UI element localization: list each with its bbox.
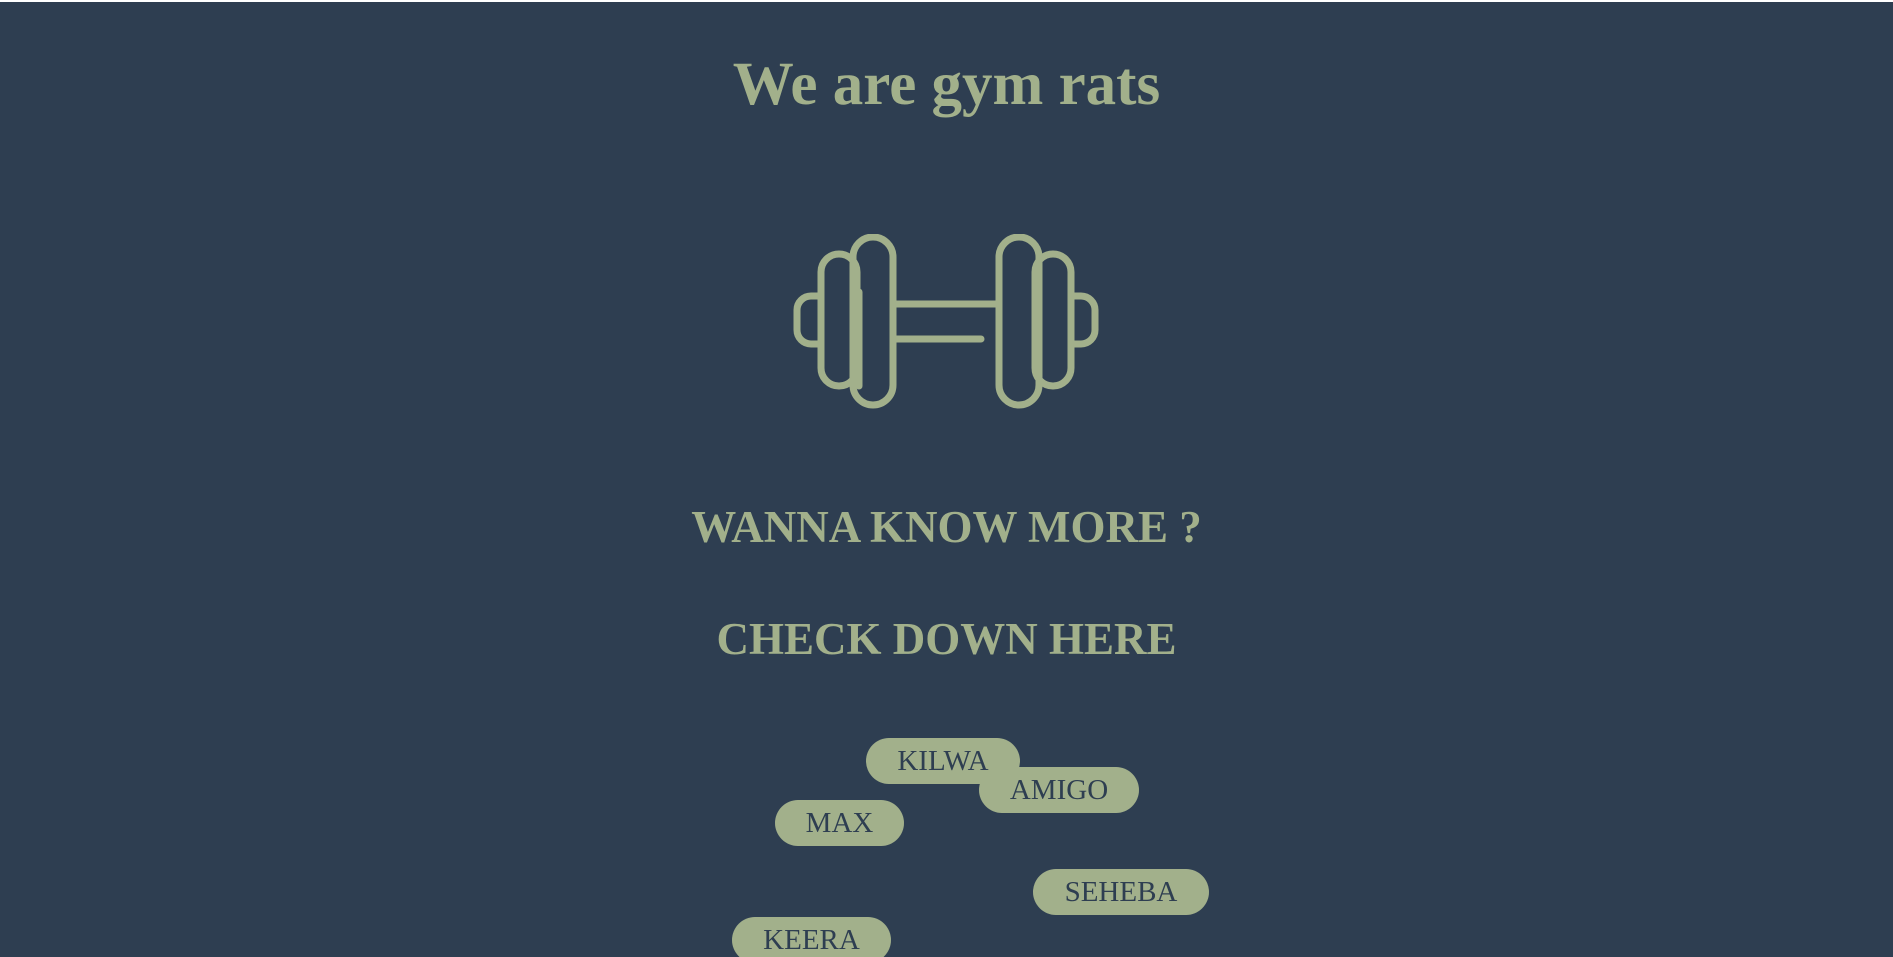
name-pill-max[interactable]: MAX bbox=[775, 800, 904, 846]
page-title: We are gym rats bbox=[732, 51, 1161, 118]
cta-heading: WANNA KNOW MORE ? bbox=[691, 502, 1202, 552]
cta-subheading: CHECK DOWN HERE bbox=[716, 614, 1177, 664]
dumbbell-icon bbox=[793, 234, 1099, 409]
name-pill-amigo[interactable]: AMIGO bbox=[979, 767, 1139, 813]
page: We are gym rats WANNA KNOW MORE ? CHECK … bbox=[0, 2, 1893, 957]
name-pill-seheba[interactable]: SEHEBA bbox=[1033, 869, 1209, 915]
name-pill-keera[interactable]: KEERA bbox=[732, 917, 891, 957]
